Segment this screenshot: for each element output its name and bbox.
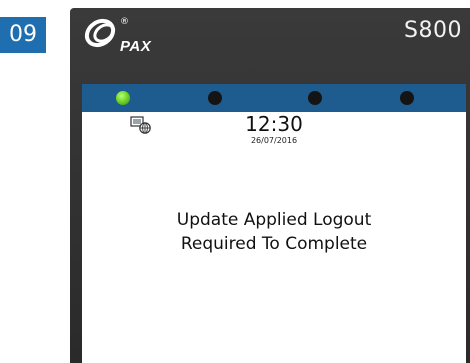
- clock-time: 12:30: [245, 112, 303, 136]
- registered-mark: ®: [120, 17, 129, 27]
- brand-name: PAX: [120, 38, 152, 55]
- status-led-4: [400, 91, 414, 105]
- status-led-2: [208, 91, 222, 105]
- step-number-badge: 09: [0, 17, 46, 53]
- status-message-line-2: Required To Complete: [180, 234, 368, 254]
- pax-swirl-icon: [84, 18, 116, 48]
- clock-date: 26/07/2016: [250, 136, 298, 145]
- pax-logo: ® PAX: [82, 16, 192, 55]
- status-led-bar: [82, 84, 466, 112]
- status-message-line-1: Update Applied Logout: [176, 210, 372, 230]
- status-message: Update Applied Logout Required To Comple…: [82, 208, 466, 256]
- model-name: S800: [404, 18, 462, 43]
- status-led-3: [308, 91, 322, 105]
- terminal-screen[interactable]: 12:30 26/07/2016 Update Applied Logout R…: [82, 84, 466, 363]
- status-led-1: [116, 91, 130, 105]
- pax-terminal: ® PAX S800 12:30 26/07/2016 Update Appli…: [70, 8, 470, 363]
